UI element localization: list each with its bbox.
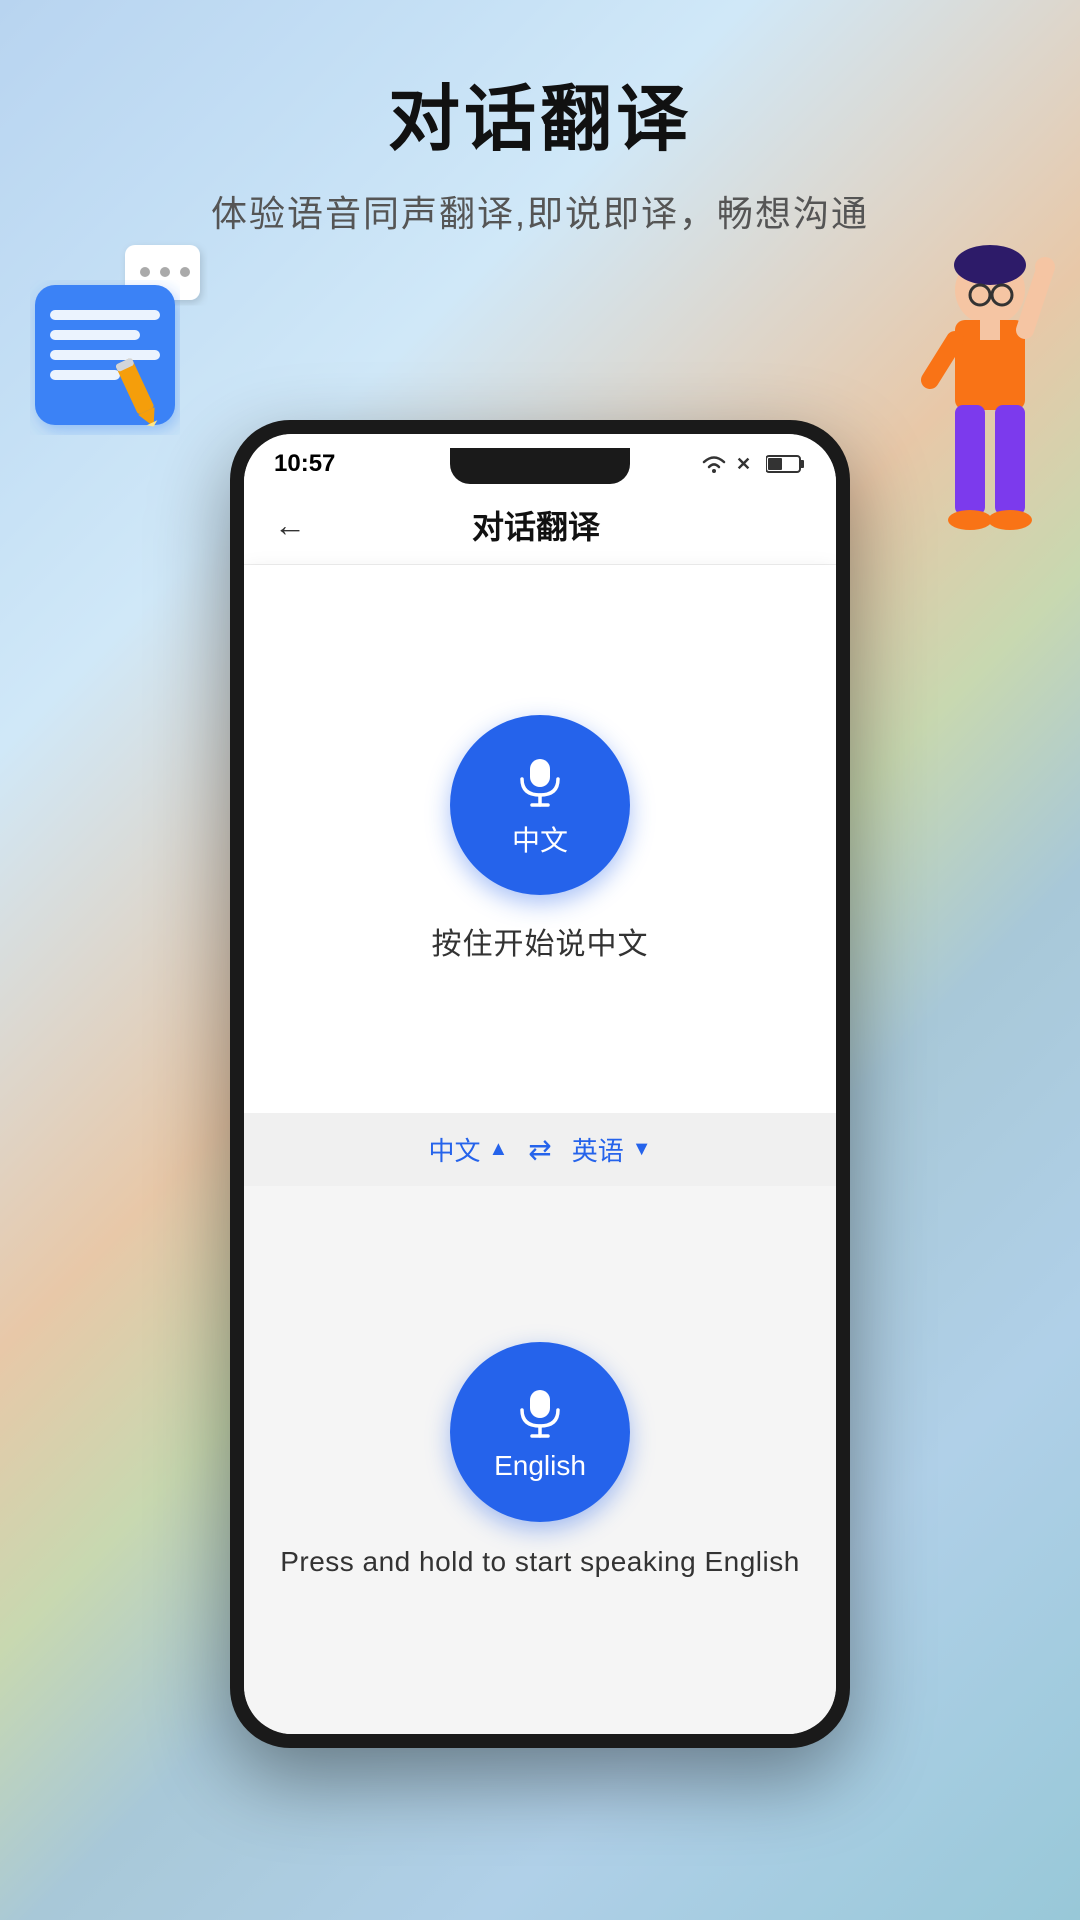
back-button[interactable]: ← [274,507,306,544]
phone-frame: 10:57 ✕ [230,420,850,1748]
deco-icons-container [30,240,210,440]
bottom-panel-english: English Press and hold to start speaking… [244,1186,836,1734]
chinese-mic-lang: 中文 [512,819,568,859]
chinese-press-hint: 按住开始说中文 [432,919,649,963]
nav-title: 对话翻译 [306,502,766,548]
signal-x-icon: ✕ [736,453,758,475]
english-mic-button[interactable]: English [450,1342,630,1522]
main-title: 对话翻译 [0,60,1080,165]
nav-bar: ← 对话翻译 [244,486,836,565]
left-lang-arrow: ▲ [488,1138,508,1161]
status-icons: ✕ [700,453,806,475]
top-panel-chinese: 中文 按住开始说中文 [244,565,836,1113]
phone-wrapper: 10:57 ✕ [230,420,850,1748]
mic-icon-chinese [510,751,570,811]
wifi-icon [700,453,728,475]
right-lang-arrow: ▼ [632,1138,652,1161]
lang-divider: 中文 ▲ ⇄ 英语 ▼ [244,1113,836,1186]
english-press-hint: Press and hold to start speaking English [280,1546,800,1578]
notch [450,448,630,484]
lang-left[interactable]: 中文 ▲ [428,1131,508,1168]
english-mic-lang: English [494,1450,586,1482]
lang-right[interactable]: 英语 ▼ [572,1131,652,1168]
phone-screen: 10:57 ✕ [244,434,836,1734]
status-time: 10:57 [274,450,335,478]
right-lang-label: 英语 [572,1131,624,1168]
character-illustration [860,230,1060,550]
status-bar: 10:57 ✕ [244,434,836,486]
battery-icon [766,454,806,474]
svg-text:✕: ✕ [736,454,751,474]
mic-icon-english [510,1382,570,1442]
top-section: 对话翻译 体验语音同声翻译,即说即译，畅想沟通 [0,60,1080,237]
chinese-mic-button[interactable]: 中文 [450,715,630,895]
swap-languages-button[interactable]: ⇄ [528,1133,551,1166]
left-lang-label: 中文 [428,1131,480,1168]
deco-list-card [30,280,180,440]
